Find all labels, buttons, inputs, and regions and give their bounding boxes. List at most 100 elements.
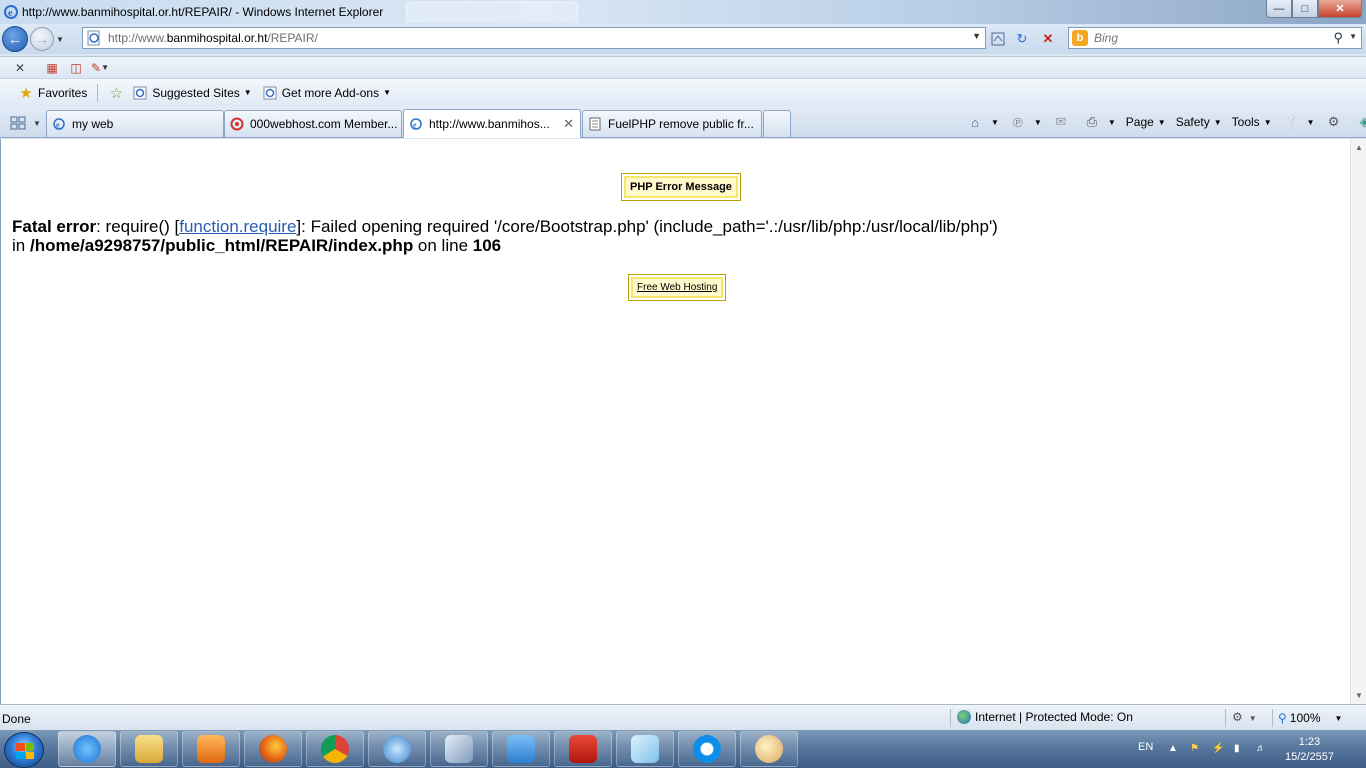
feeds-button[interactable]: ℗ ▼: [1009, 114, 1042, 130]
fatal-error-message: Fatal error: require() [function.require…: [12, 217, 998, 255]
close-toolbar-icon[interactable]: ✕: [12, 60, 28, 76]
network-signal-icon[interactable]: ▮: [1234, 743, 1246, 755]
taskbar-chrome[interactable]: [306, 731, 364, 767]
taskbar-internet-explorer[interactable]: [58, 731, 116, 767]
action-center-flag-icon[interactable]: ⚑: [1190, 743, 1202, 755]
tab-my-web[interactable]: e my web: [46, 110, 224, 137]
home-icon: ⌂: [971, 114, 979, 130]
chrome-icon: [321, 735, 349, 763]
taskbar-virtualbox[interactable]: [430, 731, 488, 767]
error-on-line-label: on line: [413, 236, 473, 255]
clock[interactable]: 1:23 15/2/2557: [1285, 735, 1334, 765]
close-window-button[interactable]: ✕: [1318, 0, 1362, 18]
taskbar-network-app[interactable]: [368, 731, 426, 767]
chevron-down-icon: ▼: [1157, 117, 1166, 127]
add-to-favorites-button[interactable]: ☆: [108, 85, 128, 102]
scroll-up-icon[interactable]: ▲: [1355, 143, 1363, 152]
stop-icon[interactable]: ✕: [1038, 29, 1058, 49]
clock-date: 15/2/2557: [1285, 751, 1334, 763]
research-icon: ⚙: [1327, 114, 1340, 129]
address-input[interactable]: http://www. banmihospital.or.ht/REPAIR/ ▼: [82, 27, 986, 49]
divider: [950, 709, 951, 727]
pdf-append-icon[interactable]: ◫: [68, 60, 84, 76]
print-button[interactable]: ⎙ ▼: [1083, 114, 1116, 130]
get-addons-button[interactable]: Get more Add-ons ▼: [262, 85, 391, 101]
minimize-button[interactable]: —: [1266, 0, 1292, 18]
system-tray: EN ▲ ⚑ ⚡ ▮ ♬ 1:23 15/2/2557: [1128, 730, 1366, 768]
tab-fuelphp[interactable]: FuelPHP remove public fr...: [582, 110, 762, 137]
tab-label: http://www.banmihos...: [429, 117, 550, 131]
search-input[interactable]: [1094, 31, 1324, 45]
taskbar-dropbox[interactable]: [492, 731, 550, 767]
help-button[interactable]: ❔ ▼: [1282, 114, 1315, 130]
search-options-dropdown-icon[interactable]: ▼: [1349, 32, 1357, 41]
read-mail-button[interactable]: ✉: [1052, 114, 1073, 130]
url-prefix: http://www.: [108, 31, 167, 45]
power-icon[interactable]: ⚡: [1212, 743, 1224, 755]
bing-icon: b: [1072, 30, 1088, 46]
search-box[interactable]: b ⚲ ▼: [1068, 27, 1362, 49]
forward-button[interactable]: →: [30, 27, 54, 51]
recent-pages-dropdown[interactable]: ▼: [54, 35, 66, 44]
paint-palette-icon: [755, 735, 783, 763]
maximize-button[interactable]: □: [1292, 0, 1318, 18]
error-in-label: in: [12, 236, 30, 255]
refresh-icon[interactable]: ↻: [1012, 29, 1032, 49]
taskbar-firefox[interactable]: [244, 731, 302, 767]
new-tab-button[interactable]: [763, 110, 791, 137]
vertical-scrollbar[interactable]: ▲ ▼: [1350, 139, 1366, 704]
safety-menu-button[interactable]: Safety ▼: [1176, 115, 1222, 129]
favorites-bar: ★ Favorites ☆ Suggested Sites ▼ Get more…: [0, 78, 1366, 106]
free-web-hosting-box[interactable]: Free Web Hosting: [628, 274, 727, 301]
security-zone[interactable]: Internet | Protected Mode: On: [957, 710, 1133, 724]
compatibility-view-icon[interactable]: [988, 29, 1008, 49]
change-status-icon[interactable]: ⚙ ▼: [1232, 710, 1257, 724]
php-error-title-box: PHP Error Message: [621, 173, 741, 201]
chevron-down-icon: ▼: [1306, 117, 1315, 127]
address-dropdown-icon[interactable]: ▼: [972, 31, 981, 41]
tab-label: FuelPHP remove public fr...: [608, 117, 754, 131]
window-title: http://www.banmihospital.or.ht/REPAIR/ -…: [22, 5, 384, 19]
close-tab-icon[interactable]: ✕: [563, 116, 574, 132]
free-web-hosting-link[interactable]: Free Web Hosting: [631, 277, 724, 298]
webhost-icon: [229, 116, 245, 132]
taskbar-media-player[interactable]: [182, 731, 240, 767]
tools-menu-button[interactable]: Tools ▼: [1232, 115, 1272, 129]
pdf-convert-icon[interactable]: ▦: [44, 60, 60, 76]
chevron-down-icon: ▼: [1263, 117, 1272, 127]
start-button[interactable]: [4, 732, 44, 768]
svg-text:e: e: [56, 121, 60, 130]
teamviewer-icon: [693, 735, 721, 763]
tab-000webhost[interactable]: 000webhost.com Member...: [224, 110, 402, 137]
tab-list-dropdown-icon[interactable]: ▼: [31, 113, 43, 133]
scroll-down-icon[interactable]: ▼: [1355, 691, 1363, 700]
taskbar-paint[interactable]: [740, 731, 798, 767]
research-button[interactable]: ⚙: [1325, 114, 1346, 130]
chevron-down-icon: ▼: [243, 88, 252, 97]
taskbar-notepad[interactable]: [616, 731, 674, 767]
page-menu-button[interactable]: Page ▼: [1126, 115, 1166, 129]
language-indicator[interactable]: EN: [1138, 741, 1153, 753]
quick-tabs-icon[interactable]: [8, 113, 28, 133]
chevron-down-icon: ▼: [1107, 117, 1116, 127]
taskbar-explorer[interactable]: [120, 731, 178, 767]
back-button[interactable]: ←: [2, 26, 28, 52]
divider: [97, 83, 99, 102]
home-button[interactable]: ⌂ ▼: [966, 114, 999, 130]
help-icon: ❔: [1282, 114, 1299, 129]
favorites-button[interactable]: ★ Favorites: [18, 85, 87, 102]
taskbar-acrobat[interactable]: [554, 731, 612, 767]
divider: [1225, 709, 1226, 727]
suggested-sites-button[interactable]: Suggested Sites ▼: [132, 85, 252, 101]
show-hidden-icons-icon[interactable]: ▲: [1168, 743, 1180, 755]
volume-icon[interactable]: ♬: [1256, 743, 1268, 755]
safety-menu-label: Safety: [1175, 115, 1210, 129]
function-require-link[interactable]: function.require: [179, 217, 296, 236]
zoom-level-button[interactable]: ⚲ 100% ▼: [1278, 711, 1342, 725]
onenote-button[interactable]: ◈: [1356, 114, 1366, 130]
printer-icon: ⎙: [1086, 114, 1098, 129]
tab-banmihospital[interactable]: e http://www.banmihos... ✕: [403, 109, 581, 138]
search-icon[interactable]: ⚲: [1333, 30, 1343, 46]
taskbar-teamviewer[interactable]: [678, 731, 736, 767]
pdf-options-icon[interactable]: ✎ ▼: [91, 60, 109, 76]
